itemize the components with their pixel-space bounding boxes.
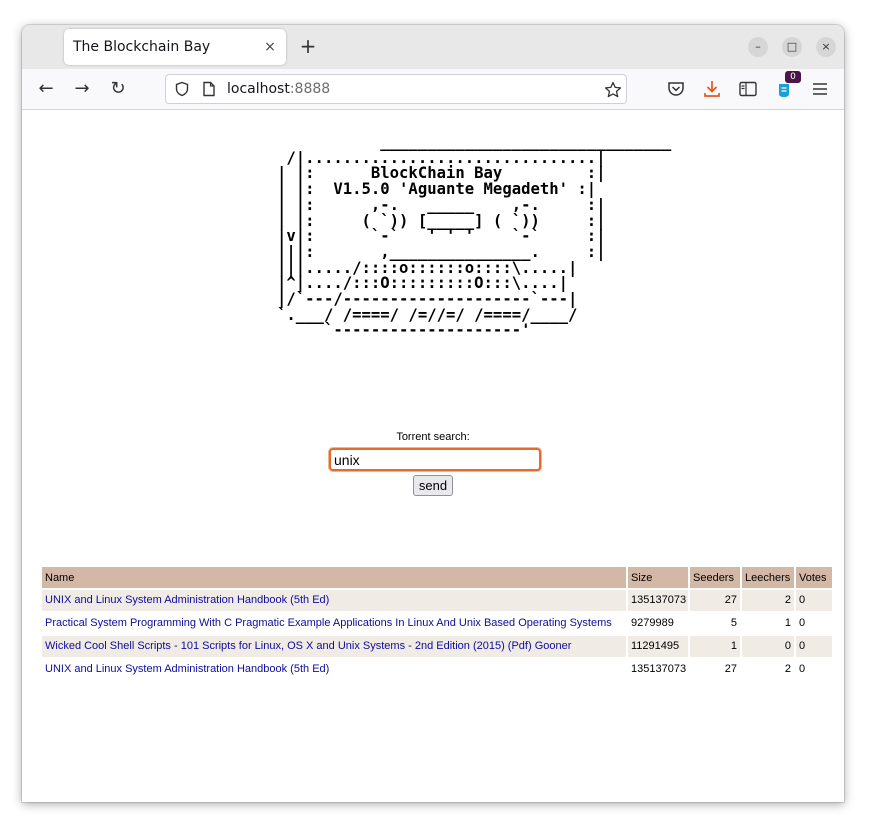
column-header-name: Name — [42, 567, 626, 588]
ascii-logo: _______________________________ /|......… — [277, 133, 672, 340]
title-bar: The Blockchain Bay × + – □ × — [22, 25, 844, 69]
window-close-icon[interactable]: × — [816, 37, 836, 57]
search-label: Torrent search: — [396, 431, 470, 443]
tab-title: The Blockchain Bay — [73, 39, 211, 55]
seeders-cell: 27 — [690, 590, 740, 611]
torrent-link[interactable]: Practical System Programming With C Prag… — [45, 617, 612, 629]
size-cell: 11291495 — [628, 636, 688, 657]
seeders-cell: 5 — [690, 613, 740, 634]
address-bar[interactable]: localhost:8888 — [165, 74, 627, 104]
reload-icon[interactable]: ↻ — [106, 77, 130, 101]
url-port: :8888 — [289, 81, 331, 97]
page-icon — [203, 81, 215, 97]
leechers-cell: 1 — [742, 613, 794, 634]
leechers-cell: 2 — [742, 659, 794, 680]
votes-cell: 0 — [796, 659, 832, 680]
table-header-row: Name Size Seeders Leechers Votes — [42, 567, 832, 588]
size-cell: 9279989 — [628, 613, 688, 634]
back-icon[interactable]: ← — [34, 77, 58, 101]
column-header-leechers: Leechers — [742, 567, 794, 588]
table-row: UNIX and Linux System Administration Han… — [42, 590, 832, 611]
forward-icon[interactable]: → — [70, 77, 94, 101]
votes-cell: 0 — [796, 590, 832, 611]
seeders-cell: 1 — [690, 636, 740, 657]
extension-badge: 0 — [785, 71, 801, 83]
torrent-name-cell: UNIX and Linux System Administration Han… — [42, 659, 626, 680]
search-input[interactable] — [329, 448, 541, 471]
download-icon[interactable] — [701, 78, 723, 100]
leechers-cell: 2 — [742, 590, 794, 611]
page-content: _______________________________ /|......… — [22, 110, 844, 802]
menu-icon[interactable] — [809, 78, 831, 100]
browser-tab[interactable]: The Blockchain Bay × — [64, 29, 286, 65]
table-row: Practical System Programming With C Prag… — [42, 613, 832, 634]
results-table: Name Size Seeders Leechers Votes UNIX an… — [40, 565, 834, 682]
bookmark-star-icon[interactable] — [604, 81, 622, 99]
column-header-size: Size — [628, 567, 688, 588]
url-host: localhost — [227, 81, 290, 97]
url-text: localhost:8888 — [227, 81, 330, 97]
column-header-seeders: Seeders — [690, 567, 740, 588]
shield-icon[interactable] — [174, 81, 190, 97]
pocket-icon[interactable] — [665, 78, 687, 100]
column-header-votes: Votes — [796, 567, 832, 588]
send-button[interactable]: send — [413, 475, 453, 496]
sidebar-icon[interactable] — [737, 78, 759, 100]
torrent-link[interactable]: UNIX and Linux System Administration Han… — [45, 663, 329, 675]
table-row: Wicked Cool Shell Scripts - 101 Scripts … — [42, 636, 832, 657]
torrent-link[interactable]: UNIX and Linux System Administration Han… — [45, 594, 329, 606]
size-cell: 135137073 — [628, 590, 688, 611]
torrent-link[interactable]: Wicked Cool Shell Scripts - 101 Scripts … — [45, 640, 571, 652]
torrent-name-cell: UNIX and Linux System Administration Han… — [42, 590, 626, 611]
size-cell: 135137073 — [628, 659, 688, 680]
maximize-icon[interactable]: □ — [782, 37, 802, 57]
tab-close-icon[interactable]: × — [262, 38, 278, 56]
table-row: UNIX and Linux System Administration Han… — [42, 659, 832, 680]
browser-window: The Blockchain Bay × + – □ × ← → ↻ local… — [22, 25, 844, 802]
torrent-name-cell: Practical System Programming With C Prag… — [42, 613, 626, 634]
torrent-name-cell: Wicked Cool Shell Scripts - 101 Scripts … — [42, 636, 626, 657]
seeders-cell: 27 — [690, 659, 740, 680]
nav-toolbar: ← → ↻ localhost:8888 0 — [22, 69, 844, 110]
votes-cell: 0 — [796, 613, 832, 634]
leechers-cell: 0 — [742, 636, 794, 657]
new-tab-icon[interactable]: + — [296, 35, 320, 57]
votes-cell: 0 — [796, 636, 832, 657]
minimize-icon[interactable]: – — [748, 37, 768, 57]
